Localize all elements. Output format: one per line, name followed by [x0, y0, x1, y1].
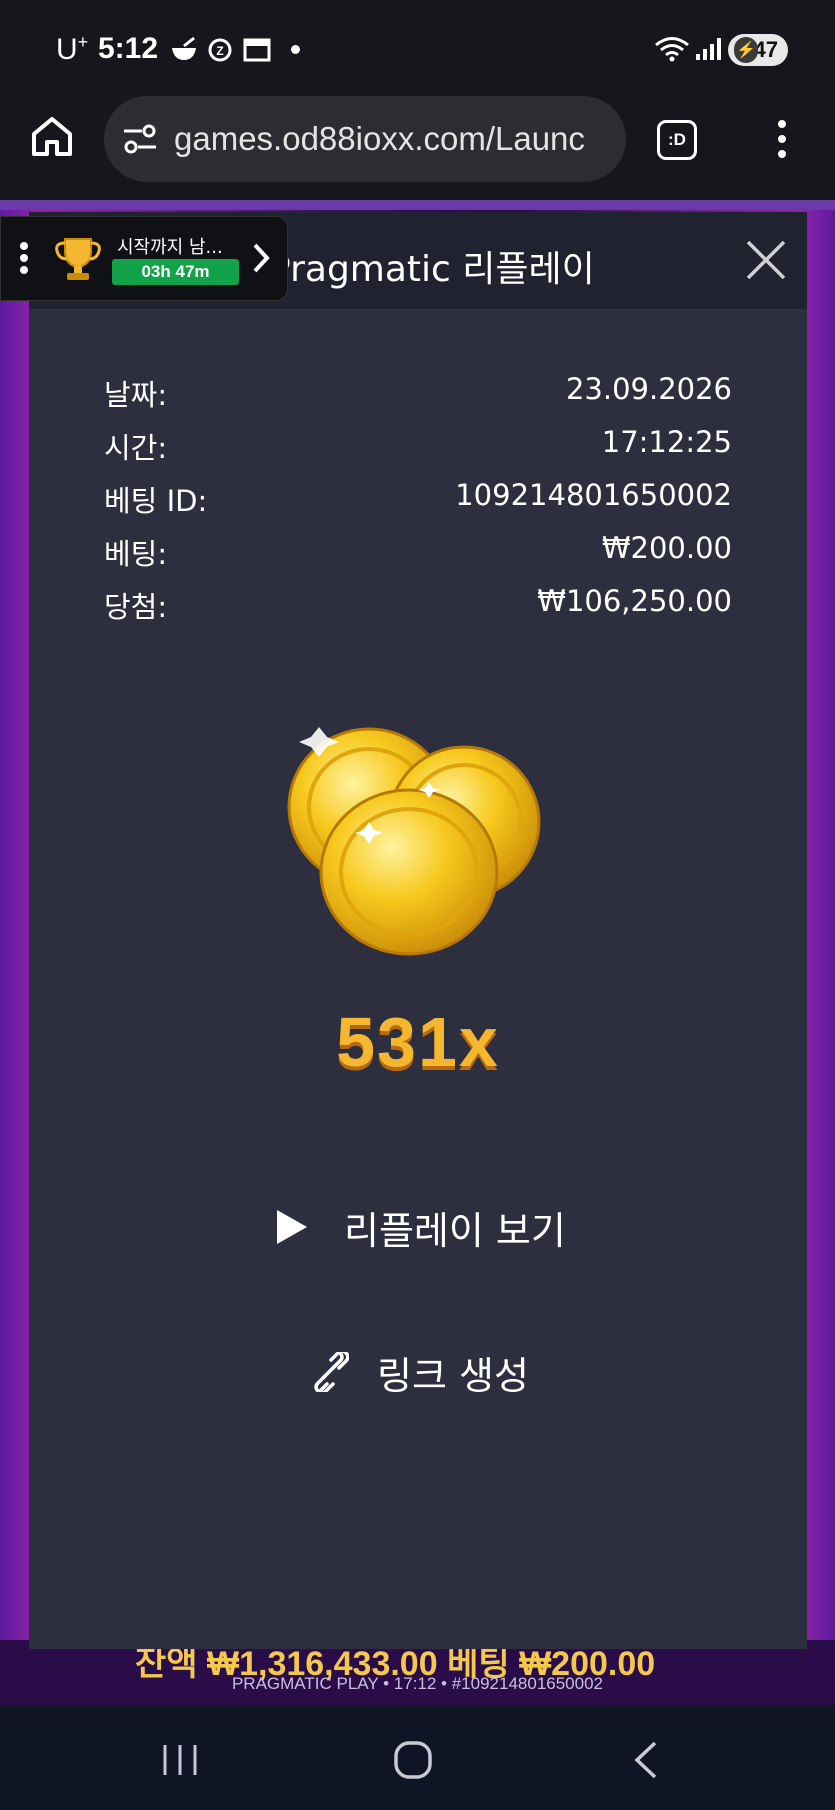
replay-modal: Pragmatic 리플레이 날짜: 23.09.2026 시간: 17:12:25… [29, 212, 807, 1649]
url-text[interactable]: games.od88ioxx.com/Launc [174, 120, 614, 158]
recent-apps-icon[interactable] [155, 1735, 205, 1785]
watch-replay-label: 리플레이 보기 [344, 1208, 566, 1253]
system-nav-bar [0, 1705, 835, 1810]
detail-row-date: 날짜: 23.09.2026 [104, 372, 732, 425]
gold-coins-icon [287, 727, 541, 956]
back-icon[interactable] [622, 1735, 672, 1785]
detail-label: 시간: [104, 431, 168, 465]
svg-text:Z: Z [216, 44, 223, 58]
game-footer: 잔액 ₩1,316,433.00 베팅 ₩200.00 PRAGMATIC PL… [0, 1640, 835, 1705]
watch-replay-button[interactable]: 리플레이 보기 [274, 1197, 566, 1257]
charging-icon: ⚡ [734, 37, 758, 63]
tournament-timer: 03h 47m [112, 259, 239, 285]
game-top-strip [0, 200, 835, 210]
detail-value: ₩200.00 [601, 531, 732, 565]
status-bar: U+ 5:12 Z ⚡ 47 [0, 0, 835, 96]
detail-label: 날짜: [104, 378, 168, 412]
link-icon [314, 1352, 349, 1392]
detail-value: 17:12:25 [601, 425, 732, 459]
home-nav-icon[interactable] [388, 1735, 438, 1785]
create-link-button[interactable]: 링크 생성 [309, 1342, 529, 1402]
calendar-icon [243, 38, 271, 62]
detail-value: 109214801650002 [455, 478, 732, 512]
detail-value: ₩106,250.00 [537, 584, 732, 618]
alarm-icon: Z [208, 38, 232, 62]
rice-bowl-icon [172, 36, 196, 60]
tournament-label: 시작까지 남... [117, 237, 223, 258]
wifi-icon [655, 37, 689, 62]
browser-toolbar: games.od88ioxx.com/Launc :D [0, 96, 835, 200]
detail-row-win: 당첨: ₩106,250.00 [104, 584, 732, 637]
site-settings-icon[interactable] [122, 122, 158, 156]
bet-details: 날짜: 23.09.2026 시간: 17:12:25 베팅 ID: 10921480… [104, 372, 732, 637]
tournament-widget[interactable]: 시작까지 남... 03h 47m [0, 216, 288, 301]
detail-row-time: 시간: 17:12:25 [104, 425, 732, 478]
detail-label: 베팅: [104, 537, 168, 571]
address-bar[interactable]: games.od88ioxx.com/Launc [104, 96, 626, 182]
detail-label: 당첨: [104, 590, 168, 624]
trophy-icon [55, 238, 101, 280]
game-info-line: PRAGMATIC PLAY • 17:12 • #10921480165000… [231, 1674, 604, 1693]
chevron-right-icon[interactable] [251, 241, 273, 275]
detail-row-bet-id: 베팅 ID: 109214801650002 [104, 478, 732, 531]
more-options-icon[interactable] [768, 116, 796, 162]
carrier-label: U+ [56, 32, 89, 66]
battery-indicator: ⚡ 47 [728, 34, 788, 66]
close-icon[interactable] [744, 238, 788, 282]
detail-row-bet: 베팅: ₩200.00 [104, 531, 732, 584]
status-time: 5:12 [98, 32, 159, 65]
signal-icon [696, 38, 721, 60]
modal-title: Pragmatic 리플레이 [269, 249, 595, 290]
drag-handle-icon[interactable] [19, 241, 29, 275]
win-multiplier: 531x [336, 1003, 500, 1081]
notification-dot [291, 45, 300, 54]
create-link-label: 링크 생성 [377, 1353, 529, 1398]
play-icon [277, 1210, 307, 1244]
detail-value: 23.09.2026 [565, 372, 732, 406]
home-icon[interactable] [30, 114, 74, 158]
detail-label: 베팅 ID: [104, 484, 208, 518]
tab-switcher-button[interactable]: :D [657, 120, 697, 160]
